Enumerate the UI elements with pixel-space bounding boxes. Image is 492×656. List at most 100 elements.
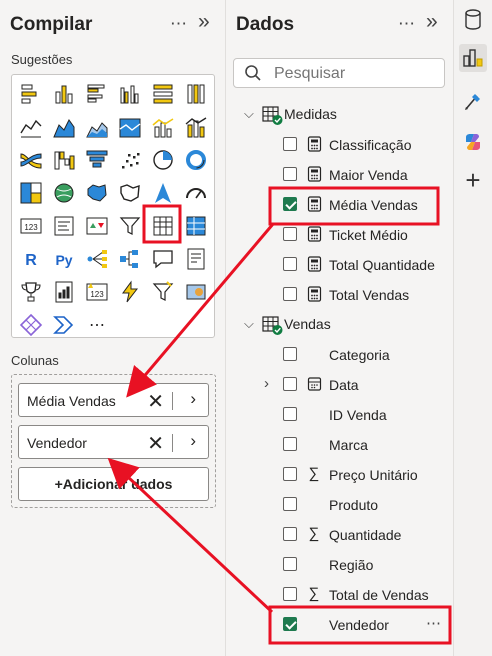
ribbon-chart-icon[interactable]: [18, 147, 44, 173]
chevron-right-icon[interactable]: ›: [190, 431, 196, 451]
field-checkbox[interactable]: [283, 347, 297, 361]
search-input[interactable]: [272, 63, 436, 85]
python-visual-icon[interactable]: Py: [51, 246, 77, 272]
field-row[interactable]: Produto: [226, 490, 454, 520]
area-chart-icon[interactable]: [51, 114, 77, 140]
field-checkbox[interactable]: [283, 437, 297, 451]
key-influencers-icon[interactable]: [84, 246, 110, 272]
field-row[interactable]: Média Vendas: [226, 190, 454, 220]
table-icon[interactable]: [150, 213, 176, 239]
r-visual-icon[interactable]: R: [18, 246, 44, 272]
field-row[interactable]: Vendedor ⋯: [226, 610, 454, 640]
multi-row-card-icon[interactable]: [51, 213, 77, 239]
gauge-icon[interactable]: [183, 180, 209, 206]
field-row[interactable]: Ticket Médio: [226, 220, 454, 250]
stacked-area-icon[interactable]: [84, 114, 110, 140]
diamond-icon[interactable]: [18, 312, 44, 338]
stacked-column-icon[interactable]: [51, 81, 77, 107]
field-checkbox[interactable]: [283, 287, 297, 301]
decomposition-tree-icon[interactable]: [117, 246, 143, 272]
remove-field-icon[interactable]: ✕: [147, 389, 164, 414]
field-checkbox[interactable]: [283, 227, 297, 241]
line-stacked-column-icon[interactable]: [183, 114, 209, 140]
narrative-icon[interactable]: [183, 246, 209, 272]
treemap-icon[interactable]: [18, 180, 44, 206]
field-row[interactable]: Maior Venda: [226, 160, 454, 190]
field-checkbox[interactable]: [283, 137, 297, 151]
field-row[interactable]: ∑ Preço Unitário: [226, 460, 454, 490]
qa-icon[interactable]: [150, 246, 176, 272]
field-checkbox[interactable]: [283, 377, 297, 391]
donut-icon[interactable]: [183, 147, 209, 173]
field-more-icon[interactable]: ⋯: [426, 614, 442, 632]
field-row[interactable]: ∑ Quantidade: [226, 520, 454, 550]
map-icon[interactable]: [51, 180, 77, 206]
field-row[interactable]: Classificação: [226, 130, 454, 160]
smart-filter-icon[interactable]: [150, 279, 176, 305]
field-row[interactable]: Total Vendas: [226, 280, 454, 310]
field-checkbox[interactable]: [283, 197, 297, 211]
field-checkbox[interactable]: [283, 467, 297, 481]
field-row[interactable]: ID Venda: [226, 400, 454, 430]
line-clustered-column-icon[interactable]: [150, 114, 176, 140]
trophy-icon[interactable]: [18, 279, 44, 305]
field-pill-media-vendas[interactable]: Média Vendas ✕ ›: [18, 383, 209, 417]
field-checkbox[interactable]: [283, 497, 297, 511]
power-automate-icon[interactable]: [117, 279, 143, 305]
line-chart-icon[interactable]: [18, 114, 44, 140]
pie-icon[interactable]: [150, 147, 176, 173]
build-more-icon[interactable]: ⋯: [170, 14, 189, 34]
add-data-button[interactable]: +Adicionar dados: [18, 467, 209, 501]
search-box[interactable]: [233, 58, 445, 88]
field-row[interactable]: Categoria: [226, 340, 454, 370]
copilot-icon[interactable]: [459, 128, 487, 156]
field-checkbox[interactable]: [283, 617, 297, 631]
format-visual-icon[interactable]: [459, 44, 487, 72]
field-checkbox[interactable]: [283, 557, 297, 571]
card-icon[interactable]: 123: [18, 213, 44, 239]
analytics-icon[interactable]: [459, 88, 487, 116]
slicer-icon[interactable]: [117, 213, 143, 239]
field-checkbox[interactable]: [283, 257, 297, 271]
field-row[interactable]: ∑ Total de Vendas: [226, 580, 454, 610]
field-pill-vendedor[interactable]: Vendedor ✕ ›: [18, 425, 209, 459]
field-row[interactable]: Marca: [226, 430, 454, 460]
field-row[interactable]: › Data: [226, 370, 454, 400]
chevron-down-icon[interactable]: ⌵: [244, 316, 254, 332]
build-collapse-icon[interactable]: »: [198, 10, 212, 34]
field-checkbox[interactable]: [283, 407, 297, 421]
scatter-icon[interactable]: [117, 147, 143, 173]
field-row[interactable]: Total Quantidade: [226, 250, 454, 280]
add-icon[interactable]: +: [459, 165, 487, 195]
arcgis-icon[interactable]: [183, 279, 209, 305]
field-checkbox[interactable]: [283, 587, 297, 601]
remove-field-icon[interactable]: ✕: [147, 431, 164, 456]
matrix-icon[interactable]: [183, 213, 209, 239]
stacked-column-100-icon[interactable]: [183, 81, 209, 107]
funnel-icon[interactable]: [84, 147, 110, 173]
area-100-icon[interactable]: [117, 114, 143, 140]
filled-map-icon[interactable]: [84, 180, 110, 206]
chevron-right-icon[interactable]: ›: [264, 375, 269, 392]
paginated-report-icon[interactable]: [51, 279, 77, 305]
azure-map-icon[interactable]: [150, 180, 176, 206]
stacked-bar-icon[interactable]: [18, 81, 44, 107]
clustered-column-icon[interactable]: [117, 81, 143, 107]
stacked-bar-100-icon[interactable]: [150, 81, 176, 107]
waterfall-icon[interactable]: [51, 147, 77, 173]
chevron-right-icon[interactable]: ›: [190, 389, 196, 409]
data-more-icon[interactable]: ⋯: [398, 14, 417, 34]
shape-map-icon[interactable]: [117, 180, 143, 206]
table-vendas[interactable]: ⌵ Vendas: [226, 310, 454, 340]
clustered-bar-icon[interactable]: [84, 81, 110, 107]
data-collapse-icon[interactable]: »: [426, 10, 440, 34]
chevron-down-icon[interactable]: ⌵: [244, 106, 254, 122]
field-checkbox[interactable]: [283, 527, 297, 541]
chevron-visual-icon[interactable]: [51, 312, 77, 338]
kpi-icon[interactable]: [84, 213, 110, 239]
field-row[interactable]: Região: [226, 550, 454, 580]
field-checkbox[interactable]: [283, 167, 297, 181]
columns-well[interactable]: Média Vendas ✕ › Vendedor ✕ › +Adicionar…: [11, 374, 216, 508]
data-icon[interactable]: [459, 6, 487, 34]
power-apps-icon[interactable]: 123: [84, 279, 110, 305]
